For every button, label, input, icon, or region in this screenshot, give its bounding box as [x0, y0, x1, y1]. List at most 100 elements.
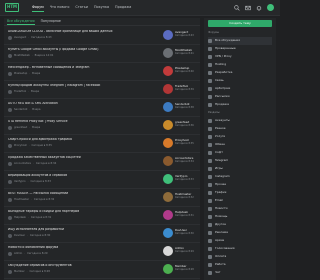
thread-author[interactable]: Avangard	[14, 36, 26, 39]
thread-author[interactable]: DevUser	[14, 234, 25, 237]
thread-author[interactable]: Helpdesk	[14, 216, 26, 219]
sidebar-item[interactable]: Email	[208, 197, 272, 205]
sidebar-item[interactable]: Все обсуждения	[208, 37, 272, 45]
sidebar-item[interactable]: Архив	[208, 237, 272, 245]
thread-author[interactable]: Member	[14, 270, 25, 273]
thread-author[interactable]: Proxyhost	[14, 144, 27, 147]
thread-author[interactable]: Admin	[14, 252, 22, 255]
thread-title[interactable]: Куплю/Продам аккаунты Telegram | Instagr…	[8, 84, 148, 88]
thread-author[interactable]: Hostmaster	[14, 198, 29, 201]
nav-whats-new[interactable]: Что нового	[50, 5, 70, 12]
last-poster-avatar[interactable]	[163, 192, 173, 202]
sidebar-item[interactable]: Трафик	[208, 189, 272, 197]
thread-author[interactable]: Senderbot	[14, 108, 27, 111]
last-poster-avatar[interactable]	[163, 138, 173, 148]
site-logo[interactable]: HTM	[5, 3, 19, 12]
thread-title[interactable]: Верификация аккаунтов и сервисов	[8, 174, 148, 178]
last-post[interactable]: Helpdesk Сегодня в 8:31	[163, 210, 197, 222]
thread-row[interactable]: Куплю/Продам аккаунты Telegram | Instagr…	[4, 81, 200, 99]
sidebar-item[interactable]: Софт	[208, 149, 272, 157]
last-poster-avatar[interactable]	[163, 120, 173, 130]
tab-popular[interactable]: Популярное	[41, 18, 61, 25]
sidebar-item[interactable]: Разработка	[208, 69, 272, 77]
last-post[interactable]: Member Сегодня в 8:28	[163, 264, 197, 276]
sidebar-item[interactable]: Услуги	[208, 133, 272, 141]
thread-row[interactable]: Смарт-прокси для арбитража трафика Proxyh…	[4, 135, 200, 153]
thread-title[interactable]: Смарт-прокси для арбитража трафика	[8, 138, 148, 142]
last-poster-avatar[interactable]	[163, 210, 173, 220]
thread-row[interactable]: Купить Google Gmail аккаунты (Продажа Go…	[4, 45, 200, 63]
thread-author[interactable]: Pixelsetup	[14, 72, 27, 75]
nav-forum[interactable]: Форум	[32, 5, 44, 13]
last-poster-avatar[interactable]	[163, 228, 173, 238]
last-post[interactable]: Pixelsetup Сегодня в 8:40	[163, 66, 197, 78]
sidebar-item[interactable]: Аккаунты	[208, 117, 272, 125]
thread-title[interactable]: Новости и обновления форума	[8, 246, 148, 250]
sidebar-item[interactable]: Реклама	[208, 229, 272, 237]
sidebar-item[interactable]: Связь	[208, 77, 272, 85]
thread-row[interactable]: AUTO REG Bot & SMS Activation Senderbot · В…	[4, 99, 200, 117]
thread-title[interactable]: Ищу исполнителя для разработки	[8, 228, 148, 232]
thread-row[interactable]: Выгодные тарифы и скидки для партнёров He…	[4, 207, 200, 225]
nav-articles[interactable]: Статьи	[75, 5, 88, 12]
thread-title[interactable]: Выгодные тарифы и скидки для партнёров	[8, 210, 148, 214]
sidebar-item[interactable]: Оплата	[208, 253, 272, 261]
user-avatar[interactable]	[267, 4, 274, 11]
last-poster-avatar[interactable]	[163, 102, 173, 112]
nav-buy[interactable]: Покупка	[94, 5, 109, 12]
thread-title[interactable]: Продажа качественных аккаунтов соцсетей	[8, 156, 148, 160]
thread-author[interactable]: greenfeed	[14, 126, 27, 129]
last-post[interactable]: DevUser Сегодня в 8:30	[163, 228, 197, 240]
sidebar-item[interactable]: Прочее	[208, 181, 272, 189]
thread-row[interactable]: UTA Refriend Proxy Bot | Proxy Service gr…	[4, 117, 200, 135]
sidebar-item[interactable]: Помощь	[208, 213, 272, 221]
thread-author[interactable]: Verifypro	[14, 180, 26, 183]
thread-title[interactable]: Мессенджер - Мгновенные сообщения и Tele…	[8, 66, 148, 70]
sidebar-item[interactable]: Рассылки	[208, 93, 272, 101]
mail-icon[interactable]	[245, 5, 251, 11]
last-post[interactable]: Accountstore Сегодня в 8:34	[163, 156, 197, 168]
thread-row[interactable]: Продажа качественных аккаунтов соцсетей A…	[4, 153, 200, 171]
sidebar-item[interactable]: Работа	[208, 261, 272, 269]
tab-all-discussions[interactable]: Все обсуждения	[7, 18, 35, 25]
last-poster-avatar[interactable]	[163, 156, 173, 166]
sidebar-item[interactable]: Telegram	[208, 157, 272, 165]
thread-author[interactable]: Accountstore	[14, 162, 31, 165]
sidebar-item[interactable]: Другое	[208, 221, 272, 229]
last-poster-avatar[interactable]	[163, 30, 173, 40]
last-post[interactable]: Avangard Сегодня в 8:43	[163, 30, 197, 42]
sidebar-item[interactable]: Продажа	[208, 101, 272, 109]
thread-row[interactable]: Мессенджер - Мгновенные сообщения и Tele…	[4, 63, 200, 81]
last-poster-avatar[interactable]	[163, 246, 173, 256]
thread-row[interactable]: Новости и обновления форума Admin · Сегодня…	[4, 243, 200, 261]
thread-author[interactable]: TradeTool	[14, 90, 26, 93]
last-post[interactable]: TradeTool Сегодня в 8:39	[163, 84, 197, 96]
thread-title[interactable]: Обсуждение сервисов и инструментов	[8, 264, 148, 268]
bell-icon[interactable]	[256, 5, 262, 11]
last-post[interactable]: Verifypro Сегодня в 8:33	[163, 174, 197, 186]
sidebar-item[interactable]: Hosting	[208, 61, 272, 69]
search-icon[interactable]	[234, 4, 240, 11]
sidebar-item[interactable]: Голосования	[208, 245, 272, 253]
thread-row[interactable]: Обсуждение сервисов и инструментов Member…	[4, 261, 200, 279]
sidebar-item[interactable]: Обмен	[208, 141, 272, 149]
create-thread-button[interactable]: Создать тему	[208, 20, 272, 27]
thread-title[interactable]: UTA Refriend Proxy Bot | Proxy Service	[8, 120, 148, 124]
sidebar-item[interactable]: Instagram	[208, 173, 272, 181]
sidebar-item[interactable]: Арбитраж	[208, 85, 272, 93]
last-poster-avatar[interactable]	[163, 174, 173, 184]
sidebar-item[interactable]: Игры	[208, 165, 272, 173]
last-post[interactable]: Hostmaster Сегодня в 8:32	[163, 192, 197, 204]
thread-row[interactable]: BEST MAILER — Рассылка сообщений Hostmast…	[4, 189, 200, 207]
thread-row[interactable]: AVANGARDIUM CLOUD - облачное хранилище д…	[4, 27, 200, 45]
sidebar-item[interactable]: Разное	[208, 125, 272, 133]
thread-row[interactable]: Верификация аккаунтов и сервисов Verifypr…	[4, 171, 200, 189]
last-post[interactable]: Mostlifestab Сегодня в 8:41	[163, 48, 197, 60]
last-post[interactable]: greenfeed Сегодня в 8:36	[163, 120, 197, 132]
thread-title[interactable]: Купить Google Gmail аккаунты (Продажа Go…	[8, 48, 148, 52]
thread-row[interactable]: Ищу исполнителя для разработки DevUser · Се…	[4, 225, 200, 243]
thread-author[interactable]: Mostlifestab	[14, 54, 30, 57]
thread-title[interactable]: AVANGARDIUM CLOUD - облачное хранилище д…	[8, 30, 148, 34]
sidebar-item[interactable]: Новости	[208, 205, 272, 213]
last-poster-avatar[interactable]	[163, 84, 173, 94]
